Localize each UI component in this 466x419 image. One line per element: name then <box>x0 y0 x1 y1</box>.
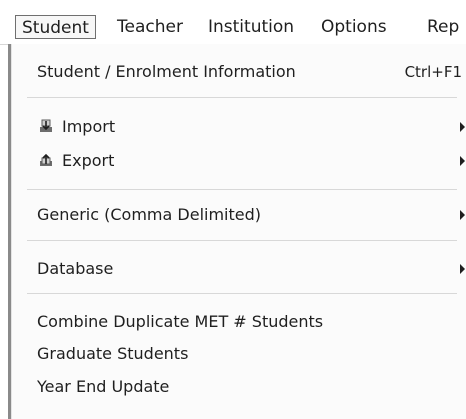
export-icon <box>38 152 54 168</box>
submenu-arrow-icon <box>460 122 465 132</box>
submenu-arrow-icon <box>460 210 465 220</box>
menu-item-label: Generic (Comma Delimited) <box>37 205 261 224</box>
menu-item-label: Export <box>62 151 115 170</box>
menu-item-label: Combine Duplicate MET # Students <box>37 312 324 331</box>
menu-item-student-enrolment-information[interactable]: Student / Enrolment Information Ctrl+F1 <box>11 58 466 86</box>
submenu-arrow-icon <box>460 156 465 166</box>
menu-item-label: Graduate Students <box>37 344 189 363</box>
menu-bar: Student Teacher Institution Options Rep <box>0 0 466 45</box>
menu-item-label: Year End Update <box>37 377 170 396</box>
menu-item-label: Student / Enrolment Information <box>37 62 296 81</box>
menu-options[interactable]: Options <box>321 15 387 39</box>
import-icon <box>38 118 54 134</box>
menu-student[interactable]: Student <box>15 15 96 39</box>
menu-separator <box>27 189 457 190</box>
menu-item-year-end-update[interactable]: Year End Update <box>11 373 466 401</box>
submenu-arrow-icon <box>460 264 465 274</box>
menu-separator <box>27 97 457 98</box>
menu-item-label: Database <box>37 259 114 278</box>
menu-institution[interactable]: Institution <box>208 15 294 39</box>
menu-teacher[interactable]: Teacher <box>117 15 183 39</box>
menu-item-label: Import <box>62 117 116 136</box>
menu-item-import[interactable]: Import <box>11 113 466 141</box>
menu-reports-partial[interactable]: Rep <box>427 15 459 39</box>
menu-item-combine-duplicate-students[interactable]: Combine Duplicate MET # Students <box>11 308 466 336</box>
menu-item-generic-comma-delimited[interactable]: Generic (Comma Delimited) <box>11 201 466 229</box>
shortcut-label: Ctrl+F1 <box>404 63 462 81</box>
menu-separator <box>27 293 457 294</box>
menu-separator <box>27 240 457 241</box>
menu-item-graduate-students[interactable]: Graduate Students <box>11 340 466 368</box>
menu-item-export[interactable]: Export <box>11 147 466 175</box>
student-dropdown-menu: Student / Enrolment Information Ctrl+F1 … <box>8 44 466 419</box>
menu-item-database[interactable]: Database <box>11 255 466 283</box>
